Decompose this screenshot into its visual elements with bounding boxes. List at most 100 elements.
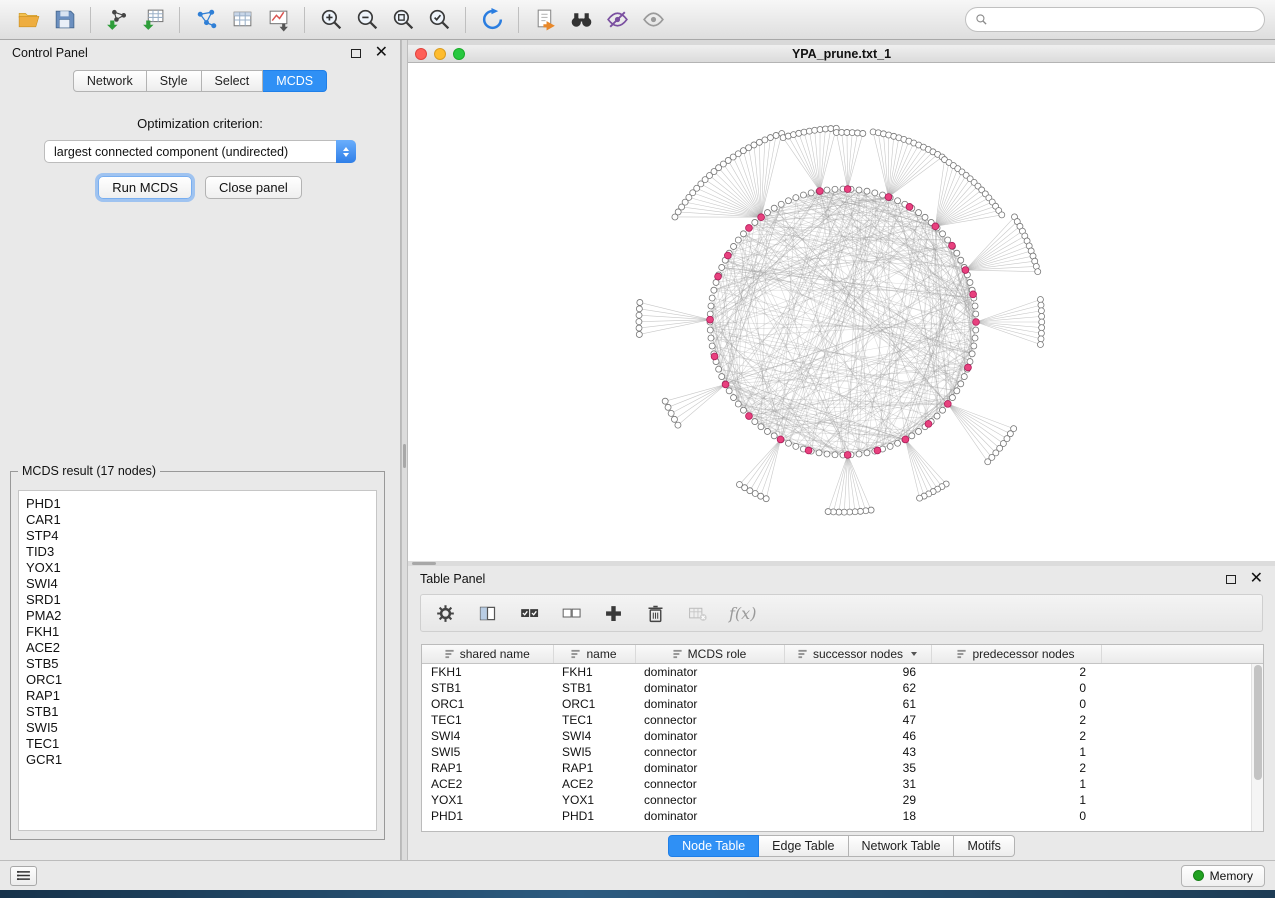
criterion-select[interactable]: largest connected component (undirected) bbox=[44, 140, 356, 163]
table-row[interactable]: TEC1TEC1connector472 bbox=[422, 712, 1263, 728]
table-row[interactable]: RAP1RAP1dominator352 bbox=[422, 760, 1263, 776]
cell-successors: 29 bbox=[784, 792, 931, 808]
chevron-down-icon[interactable] bbox=[911, 652, 917, 656]
minimize-window-button[interactable] bbox=[434, 48, 446, 60]
scrollbar-thumb[interactable] bbox=[1254, 665, 1262, 780]
tab-network[interactable]: Network bbox=[73, 70, 147, 92]
run-mcds-button[interactable]: Run MCDS bbox=[98, 176, 192, 199]
delete-table-button-disabled bbox=[687, 603, 708, 624]
network-window-titlebar[interactable]: YPA_prune.txt_1 bbox=[408, 45, 1275, 63]
float-panel-icon[interactable] bbox=[1226, 575, 1236, 584]
cell-role: dominator bbox=[635, 663, 784, 680]
tab-node-table[interactable]: Node Table bbox=[668, 835, 759, 857]
delete-table-icon bbox=[687, 603, 708, 624]
zoom-fit-button[interactable] bbox=[385, 4, 421, 36]
table-row[interactable]: STB1STB1dominator620 bbox=[422, 680, 1263, 696]
table-settings-button[interactable] bbox=[435, 603, 456, 624]
mcds-result-item[interactable]: SWI4 bbox=[26, 576, 369, 592]
show-columns-button[interactable] bbox=[477, 603, 498, 624]
new-network-button[interactable] bbox=[188, 4, 224, 36]
add-column-button[interactable] bbox=[603, 603, 624, 624]
mcds-result-item[interactable]: TID3 bbox=[26, 544, 369, 560]
vertical-splitter[interactable] bbox=[401, 40, 408, 862]
mcds-result-item[interactable]: PMA2 bbox=[26, 608, 369, 624]
table-row[interactable]: SWI4SWI4dominator462 bbox=[422, 728, 1263, 744]
memory-label: Memory bbox=[1210, 869, 1253, 883]
tab-motifs[interactable]: Motifs bbox=[954, 835, 1014, 857]
column-header-successor-nodes[interactable]: successor nodes bbox=[784, 645, 931, 663]
zoom-out-button[interactable] bbox=[349, 4, 385, 36]
cell-name: TEC1 bbox=[553, 712, 635, 728]
table-row[interactable]: ACE2ACE2connector311 bbox=[422, 776, 1263, 792]
splitter-grip[interactable] bbox=[403, 444, 406, 468]
table-row[interactable]: PHD1PHD1dominator180 bbox=[422, 808, 1263, 824]
float-panel-icon[interactable] bbox=[351, 49, 361, 58]
cell-successors: 31 bbox=[784, 776, 931, 792]
tab-edge-table[interactable]: Edge Table bbox=[759, 835, 848, 857]
show-all-button[interactable] bbox=[635, 4, 671, 36]
cell-shared_name: ORC1 bbox=[422, 696, 553, 712]
column-header-MCDS-role[interactable]: MCDS role bbox=[635, 645, 784, 663]
memory-button[interactable]: Memory bbox=[1181, 865, 1265, 887]
tab-select[interactable]: Select bbox=[202, 70, 264, 92]
search-network-button[interactable] bbox=[563, 4, 599, 36]
open-session-button[interactable] bbox=[10, 4, 46, 36]
cell-shared_name: PHD1 bbox=[422, 808, 553, 824]
cell-role: dominator bbox=[635, 680, 784, 696]
mcds-result-item[interactable]: CAR1 bbox=[26, 512, 369, 528]
import-network-button[interactable] bbox=[99, 4, 135, 36]
zoom-window-button[interactable] bbox=[453, 48, 465, 60]
close-panel-button[interactable]: Close panel bbox=[205, 176, 302, 199]
export-image-button[interactable] bbox=[260, 4, 296, 36]
mcds-result-item[interactable]: STB1 bbox=[26, 704, 369, 720]
tab-mcds[interactable]: MCDS bbox=[263, 70, 327, 92]
zoom-selected-button[interactable] bbox=[421, 4, 457, 36]
mcds-result-item[interactable]: SRD1 bbox=[26, 592, 369, 608]
table-row[interactable]: FKH1FKH1dominator962 bbox=[422, 663, 1263, 680]
deselect-all-button[interactable] bbox=[561, 603, 582, 624]
mcds-result-item[interactable]: FKH1 bbox=[26, 624, 369, 640]
mcds-result-item[interactable]: ORC1 bbox=[26, 672, 369, 688]
table-row[interactable]: ORC1ORC1dominator610 bbox=[422, 696, 1263, 712]
mcds-result-item[interactable]: STB5 bbox=[26, 656, 369, 672]
mcds-result-item[interactable]: TEC1 bbox=[26, 736, 369, 752]
select-all-button[interactable] bbox=[519, 603, 540, 624]
import-table-button[interactable] bbox=[135, 4, 171, 36]
hide-selected-button[interactable] bbox=[599, 4, 635, 36]
search-box[interactable] bbox=[965, 7, 1265, 32]
cell-successors: 18 bbox=[784, 808, 931, 824]
share-document-button[interactable] bbox=[527, 4, 563, 36]
new-table-button[interactable] bbox=[224, 4, 260, 36]
table-scrollbar[interactable] bbox=[1251, 664, 1263, 831]
splitter-grip[interactable] bbox=[412, 562, 436, 565]
tab-network-table[interactable]: Network Table bbox=[849, 835, 955, 857]
close-panel-icon[interactable]: ✕ bbox=[375, 45, 388, 61]
table-row[interactable]: YOX1YOX1connector291 bbox=[422, 792, 1263, 808]
cell-shared_name: SWI5 bbox=[422, 744, 553, 760]
cell-filler bbox=[1101, 744, 1263, 760]
zoom-in-button[interactable] bbox=[313, 4, 349, 36]
column-header-name[interactable]: name bbox=[553, 645, 635, 663]
mcds-result-item[interactable]: ACE2 bbox=[26, 640, 369, 656]
mcds-result-item[interactable]: SWI5 bbox=[26, 720, 369, 736]
status-bar: Memory bbox=[0, 860, 1275, 890]
mcds-result-item[interactable]: STP4 bbox=[26, 528, 369, 544]
column-header-predecessor-nodes[interactable]: predecessor nodes bbox=[931, 645, 1101, 663]
mcds-result-item[interactable]: YOX1 bbox=[26, 560, 369, 576]
mcds-result-item[interactable]: GCR1 bbox=[26, 752, 369, 768]
export-image-icon bbox=[266, 7, 291, 32]
search-input[interactable] bbox=[994, 13, 1255, 27]
close-panel-icon[interactable]: ✕ bbox=[1250, 571, 1263, 587]
mcds-result-item[interactable]: PHD1 bbox=[26, 496, 369, 512]
tab-style[interactable]: Style bbox=[147, 70, 202, 92]
refresh-layout-button[interactable] bbox=[474, 4, 510, 36]
table-row[interactable]: SWI5SWI5connector431 bbox=[422, 744, 1263, 760]
save-session-button[interactable] bbox=[46, 4, 82, 36]
network-canvas[interactable] bbox=[408, 63, 1275, 560]
mcds-result-item[interactable]: RAP1 bbox=[26, 688, 369, 704]
delete-column-button[interactable] bbox=[645, 603, 666, 624]
panel-menu-button[interactable] bbox=[10, 866, 37, 886]
column-header-shared-name[interactable]: shared name bbox=[422, 645, 553, 663]
mcds-result-list[interactable]: PHD1CAR1STP4TID3YOX1SWI4SRD1PMA2FKH1ACE2… bbox=[18, 490, 377, 831]
close-window-button[interactable] bbox=[415, 48, 427, 60]
